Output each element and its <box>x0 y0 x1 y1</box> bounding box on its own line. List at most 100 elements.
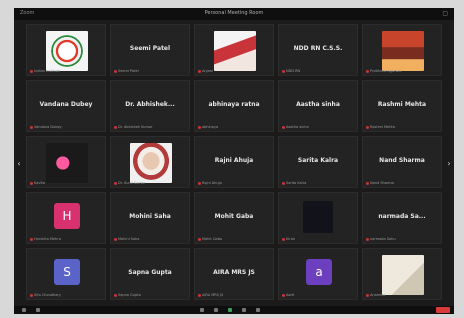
participant-caption-text: Aastha sinha <box>286 125 309 129</box>
participant-photo <box>303 201 333 233</box>
video-icon[interactable] <box>36 308 40 312</box>
participant-tile[interactable]: Aastha sinha Aastha sinha <box>278 80 358 132</box>
participant-display-name: Mohini Saha <box>129 213 171 220</box>
participant-grid: Indian Institute Seemi Patel Seemi Patel An… <box>26 24 442 304</box>
participant-tile[interactable]: Anamika <box>362 248 442 300</box>
participant-tile[interactable]: Rashmi Mehta Rashmi Mehta <box>362 80 442 132</box>
participant-caption: narmada Sahu <box>366 237 396 241</box>
participant-tile[interactable]: Mohini Saha Mohini Saha <box>110 192 190 244</box>
participant-tile[interactable]: narmada Sa... narmada Sahu <box>362 192 442 244</box>
participant-caption: Indian Institute <box>30 69 60 73</box>
participant-caption-text: Pratiksha Agarwal <box>370 69 402 73</box>
participant-caption-text: Seemi Patel <box>118 69 139 73</box>
record-icon[interactable] <box>242 308 246 312</box>
reactions-icon[interactable] <box>256 308 260 312</box>
participant-tile[interactable]: Pratiksha Agarwal <box>362 24 442 76</box>
participant-caption: Aarti <box>282 293 294 297</box>
participant-tile[interactable]: Kavita <box>26 136 106 188</box>
window-title: Personal Meeting Room <box>204 10 264 16</box>
participant-caption: Rashmi Mehta <box>366 125 395 129</box>
participant-caption: Harshita Mehra <box>30 237 61 241</box>
participant-tile[interactable]: Nand Sharma Nand Sharma <box>362 136 442 188</box>
participant-photo <box>46 31 88 71</box>
participant-tile[interactable]: Anjani <box>194 24 274 76</box>
participant-caption-text: AIRA MRS JS <box>202 293 224 297</box>
participant-tile[interactable]: S Sita Choudhary <box>26 248 106 300</box>
participant-display-name: Rashmi Mehta <box>377 101 427 108</box>
participant-tile[interactable]: AIRA MRS JS AIRA MRS JS <box>194 248 274 300</box>
participant-photo <box>130 143 172 183</box>
participant-display-name: AIRA MRS JS <box>213 269 255 276</box>
participants-icon[interactable] <box>200 308 204 312</box>
participant-caption: Aastha sinha <box>282 125 309 129</box>
mic-muted-icon <box>198 125 201 129</box>
participant-caption-text: Anjani <box>202 69 213 73</box>
participant-caption-text: narmada Sahu <box>370 237 396 241</box>
mic-muted-icon <box>282 181 285 185</box>
restore-icon[interactable]: ▢ <box>442 10 448 17</box>
participant-caption: NDD RN <box>282 69 300 73</box>
participant-caption-text: NDD RN <box>286 69 301 73</box>
participant-display-name: abhinaya ratna <box>208 101 260 108</box>
participant-display-name: Seemi Patel <box>129 45 171 52</box>
participant-caption-text: Rajni Ahuja <box>202 181 222 185</box>
participant-tile[interactable]: Sarita Kalra Sarita Kalra <box>278 136 358 188</box>
participant-tile[interactable]: Vandana Dubey Vandana Dubey <box>26 80 106 132</box>
participant-caption-text: Dr. Sunil Kumar <box>118 181 146 185</box>
share-screen-icon[interactable] <box>228 308 232 312</box>
participant-tile[interactable]: a Aarti <box>278 248 358 300</box>
participant-caption: Nand Sharma <box>366 181 394 185</box>
screen-frame: Zoom Personal Meeting Room ▢ ‹ › Indian … <box>0 0 464 318</box>
chat-icon[interactable] <box>214 308 218 312</box>
participant-caption: abhinaya <box>198 125 218 129</box>
meeting-controls-bar <box>14 306 454 314</box>
participant-caption-text: Sapna Gupta <box>118 293 141 297</box>
participant-tile[interactable]: Indian Institute <box>26 24 106 76</box>
participant-caption: Sapna Gupta <box>114 293 141 297</box>
participant-tile[interactable]: Dr. Abhishek... Dr. Abhishek Kumar <box>110 80 190 132</box>
mic-muted-icon <box>366 237 369 241</box>
participant-photo <box>46 143 88 183</box>
participant-tile[interactable]: Dr. Sunil Kumar <box>110 136 190 188</box>
participant-tile[interactable]: Kiran <box>278 192 358 244</box>
leave-button[interactable] <box>436 307 450 313</box>
participant-display-name: Mohit Gaba <box>214 213 254 220</box>
participant-caption-text: Vandana Dubey <box>34 125 62 129</box>
participant-tile[interactable]: Seemi Patel Seemi Patel <box>110 24 190 76</box>
mic-muted-icon <box>114 293 117 297</box>
mic-muted-icon <box>30 237 33 241</box>
participant-tile[interactable]: Mohit Gaba Mohit Gaba <box>194 192 274 244</box>
participant-caption-text: Dr. Abhishek Kumar <box>118 125 153 129</box>
participant-caption-text: Aarti <box>286 293 295 297</box>
mic-muted-icon <box>30 293 33 297</box>
mic-muted-icon <box>282 293 285 297</box>
participant-display-name: Aastha sinha <box>296 101 340 108</box>
participant-photo <box>382 31 424 71</box>
participant-caption: Mohini Saha <box>114 237 139 241</box>
participant-caption: Anjani <box>198 69 213 73</box>
mic-muted-icon <box>198 181 201 185</box>
participant-display-name: narmada Sa... <box>378 213 426 220</box>
next-page-arrow[interactable]: › <box>446 158 452 170</box>
participant-caption: Sarita Kalra <box>282 181 306 185</box>
participant-caption: Mohit Gaba <box>198 237 222 241</box>
participant-caption: Seemi Patel <box>114 69 139 73</box>
mute-icon[interactable] <box>22 308 26 312</box>
participant-caption: Sita Choudhary <box>30 293 61 297</box>
participant-tile[interactable]: H Harshita Mehra <box>26 192 106 244</box>
participant-caption: Anamika <box>366 293 385 297</box>
participant-caption-text: Harshita Mehra <box>34 237 61 241</box>
participant-caption-text: Kavita <box>34 181 45 185</box>
mic-muted-icon <box>198 237 201 241</box>
zoom-meeting-window: Zoom Personal Meeting Room ▢ ‹ › Indian … <box>14 8 454 314</box>
participant-tile[interactable]: NDD RN C.S.S. NDD RN <box>278 24 358 76</box>
mic-muted-icon <box>198 69 201 73</box>
participant-caption: Dr. Abhishek Kumar <box>114 125 153 129</box>
participant-tile[interactable]: abhinaya ratna abhinaya <box>194 80 274 132</box>
mic-muted-icon <box>366 125 369 129</box>
prev-page-arrow[interactable]: ‹ <box>16 158 22 170</box>
participant-caption-text: abhinaya <box>202 125 219 129</box>
participant-tile[interactable]: Sapna Gupta Sapna Gupta <box>110 248 190 300</box>
participant-tile[interactable]: Rajni Ahuja Rajni Ahuja <box>194 136 274 188</box>
participant-caption-text: Rashmi Mehta <box>370 125 395 129</box>
